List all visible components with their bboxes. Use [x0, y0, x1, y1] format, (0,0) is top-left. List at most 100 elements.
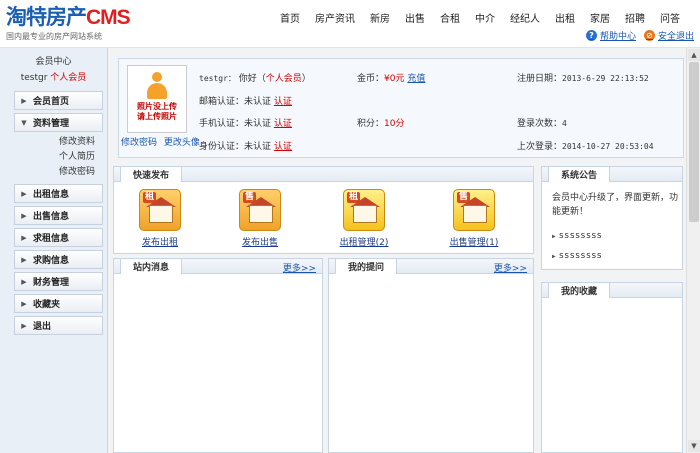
sale-management-link[interactable]: 出售管理(1) [450, 235, 499, 248]
sale-management-item[interactable]: 售 出售管理(1) [434, 189, 514, 248]
nav-item-rent[interactable]: 出租 [555, 10, 575, 25]
login-count-row: 登录次数：4 [517, 119, 567, 129]
publish-sale-link[interactable]: 发布出售 [242, 235, 278, 248]
announcement-title: 系统公告 [548, 167, 611, 182]
logout-link[interactable]: ⊘ 安全退出 [643, 29, 694, 42]
arrow-right-icon: ▶ [21, 299, 27, 308]
points-row: 积分：10分 [357, 119, 405, 129]
logo[interactable]: 淘特房产CMS 国内最专业的房产网站系统 [6, 5, 131, 42]
sidebar-item-label: 求购信息 [33, 256, 70, 266]
nav-item-new-house[interactable]: 新房 [370, 10, 390, 25]
publish-rent-item[interactable]: 租 发布出租 [120, 189, 200, 248]
profile-panel: 照片没上传 请上传照片 修改密码 更改头像 testgr： 你好（个人会员） 金… [118, 58, 684, 158]
announcement-item[interactable]: ▶ ssssssss [552, 229, 602, 244]
bullet-icon: ▶ [552, 253, 556, 260]
nav-item-home-decor[interactable]: 家居 [590, 10, 610, 25]
sidebar-role: 个人会员 [50, 73, 87, 83]
submenu-edit-profile[interactable]: 修改资料 [0, 135, 107, 150]
quick-publish-box: 快速发布 租 发布出租 售 发布出售 租 出租管理(2) 售 出售管理(1) [113, 166, 534, 254]
arrow-right-icon: ▶ [21, 277, 27, 286]
sidebar-item-favorites[interactable]: ▶ 收藏夹 [14, 294, 103, 313]
register-date: 2013-6-29 22:13:52 [562, 74, 649, 83]
sidebar-item-seek-buy[interactable]: ▶ 求购信息 [14, 250, 103, 269]
sidebar-item-label: 收藏夹 [33, 300, 61, 310]
logo-subtitle: 国内最专业的房产网站系统 [6, 32, 102, 41]
sale-manage-icon[interactable]: 售 [453, 189, 495, 231]
sidebar-item-finance[interactable]: ▶ 财务管理 [14, 272, 103, 291]
rent-management-link[interactable]: 出租管理(2) [340, 235, 389, 248]
nav-item-shared-rent[interactable]: 合租 [440, 10, 460, 25]
email-verify-link[interactable]: 认证 [274, 97, 292, 107]
messages-title: 站内消息 [120, 259, 183, 274]
last-login-row: 上次登录：2014-10-27 20:53:04 [517, 142, 654, 152]
submenu-resume[interactable]: 个人简历 [0, 150, 107, 165]
id-verify-link[interactable]: 认证 [274, 142, 292, 152]
submenu-change-password[interactable]: 修改密码 [0, 165, 107, 180]
nav-item-home[interactable]: 首页 [280, 10, 300, 25]
rent-house-icon[interactable]: 租 [139, 189, 181, 231]
email-verify-row: 邮箱认证：未认证 认证 [199, 97, 292, 107]
scroll-down-icon[interactable]: ▼ [688, 440, 700, 452]
rent-manage-icon[interactable]: 租 [343, 189, 385, 231]
sidebar-item-logout[interactable]: ▶ 退出 [14, 316, 103, 335]
recharge-link[interactable]: 充值 [407, 74, 425, 84]
publish-sale-item[interactable]: 售 发布出售 [220, 189, 300, 248]
nav-item-news[interactable]: 房产资讯 [315, 10, 355, 25]
sidebar-item-member-home[interactable]: ▶ 会员首页 [14, 91, 103, 110]
change-avatar-link[interactable]: 更改头像 [164, 138, 200, 148]
questions-title: 我的提问 [335, 259, 398, 274]
sidebar-item-label: 求租信息 [33, 234, 70, 244]
sidebar-item-seek-rent[interactable]: ▶ 求租信息 [14, 228, 103, 247]
avatar-links: 修改密码 更改头像 [121, 135, 204, 148]
messages-more-link[interactable]: 更多>> [283, 261, 316, 274]
arrow-right-icon: ▶ [21, 96, 27, 105]
nav-item-agency[interactable]: 中介 [475, 10, 495, 25]
quick-publish-title: 快速发布 [120, 167, 183, 182]
header-links: ? 帮助中心 ⊘ 安全退出 [578, 29, 694, 42]
sidebar-username: testgr [20, 73, 48, 83]
vertical-scrollbar[interactable]: ▲ ▼ [686, 48, 700, 453]
rent-management-item[interactable]: 租 出租管理(2) [324, 189, 404, 248]
id-verify-status: 未认证 [244, 142, 272, 152]
coins-value: ¥0元 [384, 74, 405, 84]
bullet-icon: ▶ [552, 233, 556, 240]
sidebar-item-label: 资料管理 [33, 119, 70, 129]
scroll-thumb[interactable] [689, 62, 699, 222]
help-center-label: 帮助中心 [599, 32, 636, 42]
announcement-item[interactable]: ▶ ssssssss [552, 249, 602, 264]
logout-icon: ⊘ [643, 30, 655, 41]
questions-more-link[interactable]: 更多>> [494, 261, 527, 274]
arrow-down-icon: ▼ [21, 118, 27, 127]
arrow-right-icon: ▶ [21, 321, 27, 330]
nav-item-sale[interactable]: 出售 [405, 10, 425, 25]
sidebar-item-rent-info[interactable]: ▶ 出租信息 [14, 184, 103, 203]
sidebar-item-profile-management[interactable]: ▼ 资料管理 [14, 113, 103, 132]
favorites-title: 我的收藏 [548, 283, 611, 298]
nav-item-qa[interactable]: 问答 [660, 10, 680, 25]
last-login: 2014-10-27 20:53:04 [562, 142, 654, 151]
arrow-right-icon: ▶ [21, 211, 27, 220]
login-count: 4 [562, 119, 567, 128]
scroll-up-icon[interactable]: ▲ [688, 49, 700, 61]
publish-rent-link[interactable]: 发布出租 [142, 235, 178, 248]
nav-item-jobs[interactable]: 招聘 [625, 10, 645, 25]
profile-role: 个人会员 [265, 74, 302, 84]
sidebar-item-sale-info[interactable]: ▶ 出售信息 [14, 206, 103, 225]
change-password-link[interactable]: 修改密码 [121, 138, 157, 148]
sale-house-icon[interactable]: 售 [239, 189, 281, 231]
phone-verify-status: 未认证 [244, 119, 272, 129]
sidebar-menu: ▶ 会员首页 ▼ 资料管理 修改资料 个人简历 修改密码 ▶ 出租信息 ▶ 出售信息 ▶… [0, 91, 107, 335]
help-center-link[interactable]: ? 帮助中心 [585, 29, 636, 42]
photo-placeholder-text: 照片没上传 请上传照片 [137, 102, 177, 121]
avatar[interactable]: 照片没上传 请上传照片 [127, 65, 187, 133]
logo-title: 淘特房产CMS [6, 5, 131, 29]
id-verify-row: 身份认证：未认证 认证 [199, 142, 292, 152]
favorites-box: 我的收藏 [541, 282, 683, 453]
nav-item-broker[interactable]: 经纪人 [510, 10, 540, 25]
announcement-text[interactable]: 会员中心升级了，界面更新，功 能更新！ [552, 191, 678, 219]
logout-label: 安全退出 [657, 32, 694, 42]
sidebar-user: testgr 个人会员 [0, 70, 107, 83]
main-nav: 首页 房产资讯 新房 出售 合租 中介 经纪人 出租 家居 招聘 问答 [280, 10, 695, 25]
phone-verify-link[interactable]: 认证 [274, 119, 292, 129]
greeting-text: 你好（ [238, 74, 266, 84]
